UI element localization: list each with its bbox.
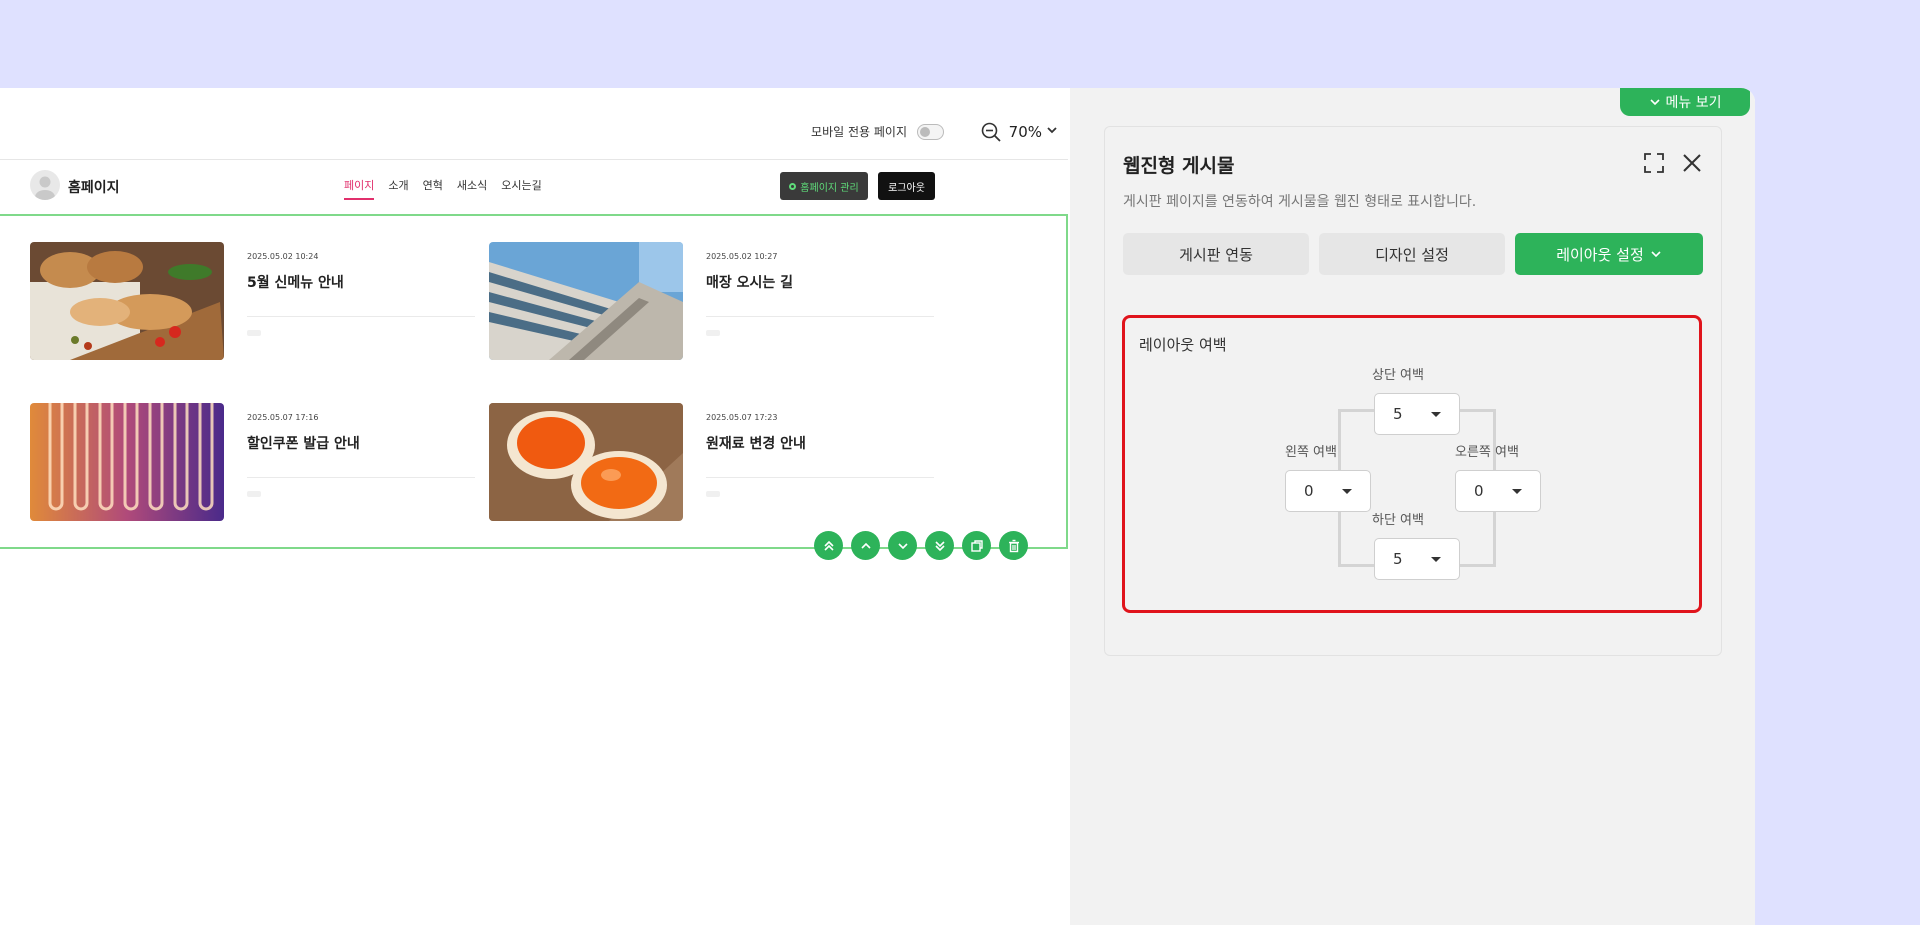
- left-margin-value: 0: [1304, 482, 1314, 500]
- post-divider: [706, 316, 934, 317]
- copy-icon: [970, 539, 983, 552]
- left-margin-select[interactable]: 0: [1285, 470, 1371, 512]
- move-top-button[interactable]: [814, 531, 843, 560]
- post-date: 2025.05.07 17:23: [706, 413, 778, 422]
- right-margin-value: 0: [1474, 482, 1484, 500]
- tab-layout-settings[interactable]: 레이아웃 설정: [1515, 233, 1703, 275]
- nav-item-history[interactable]: 연혁: [423, 177, 443, 200]
- nav-item-page[interactable]: 페이지: [344, 177, 375, 200]
- nav-item-news[interactable]: 새소식: [457, 177, 487, 200]
- post-thumbnail-building[interactable]: [489, 242, 683, 360]
- neon-image: [30, 403, 224, 521]
- post-title[interactable]: 매장 오시는 길: [706, 272, 793, 292]
- delete-button[interactable]: [999, 531, 1028, 560]
- caret-down-icon: [1512, 489, 1522, 494]
- double-chevron-down-icon: [934, 540, 945, 551]
- panel-title: 웹진형 게시물: [1123, 155, 1235, 177]
- user-icon: [35, 176, 55, 200]
- mobile-only-label: 모바일 전용 페이지: [811, 125, 907, 139]
- move-up-button[interactable]: [851, 531, 880, 560]
- bread-image: [30, 242, 224, 360]
- chevron-down-icon: [897, 542, 908, 549]
- webzine-board-block[interactable]: 2025.05.02 10:24 5월 신메뉴 안내 2025.05.02 10…: [0, 214, 1068, 549]
- menu-view-button[interactable]: 메뉴 보기: [1620, 88, 1750, 116]
- mobile-only-toggle[interactable]: [917, 124, 944, 140]
- post-title[interactable]: 5월 신메뉴 안내: [247, 272, 344, 292]
- post-divider: [706, 477, 934, 478]
- post-title[interactable]: 할인쿠폰 발급 안내: [247, 433, 360, 453]
- avatar: [30, 170, 60, 200]
- layout-margin-section: 레이아웃 여백 상단 여백 5 왼쪽 여백 0 오른쪽 여백 0 하단 여백 5: [1122, 315, 1702, 613]
- chevron-down-icon: [1649, 99, 1660, 106]
- post-date: 2025.05.02 10:24: [247, 252, 319, 261]
- post-thumbnail-neon[interactable]: [30, 403, 224, 521]
- caret-down-icon: [1431, 557, 1441, 562]
- list-item[interactable]: 2025.05.07 17:16 할인쿠폰 발급 안내: [30, 403, 490, 521]
- post-date: 2025.05.02 10:27: [706, 252, 778, 261]
- post-date: 2025.05.07 17:16: [247, 413, 319, 422]
- layout-margin-label: 레이아웃 여백: [1139, 336, 1227, 354]
- bottom-margin-select[interactable]: 5: [1374, 538, 1460, 580]
- post-thumbnail-egg[interactable]: [489, 403, 683, 521]
- move-down-button[interactable]: [888, 531, 917, 560]
- list-item[interactable]: 2025.05.02 10:27 매장 오시는 길: [489, 242, 949, 360]
- panel-description: 게시판 페이지를 연동하여 게시물을 웹진 형태로 표시합니다.: [1123, 194, 1477, 210]
- bottom-margin-value: 5: [1393, 550, 1403, 568]
- site-logo-text[interactable]: 홈페이지: [68, 177, 120, 197]
- settings-panel: 웹진형 게시물 게시판 페이지를 연동하여 게시물을 웹진 형태로 표시합니다.…: [1104, 126, 1722, 656]
- post-divider: [247, 477, 475, 478]
- caret-down-icon: [1342, 489, 1352, 494]
- egg-image: [489, 403, 683, 521]
- move-bottom-button[interactable]: [925, 531, 954, 560]
- tab-design-settings[interactable]: 디자인 설정: [1319, 233, 1505, 275]
- post-meta: [706, 491, 720, 497]
- post-thumbnail-bread[interactable]: [30, 242, 224, 360]
- post-meta: [247, 491, 261, 497]
- post-meta: [247, 330, 261, 336]
- site-header: 홈페이지 페이지 소개 연혁 새소식 오시는길 홈페이지 관리 로그아웃: [0, 160, 1068, 214]
- right-margin-label: 오른쪽 여백: [1455, 445, 1519, 460]
- menu-view-label: 메뉴 보기: [1665, 95, 1722, 111]
- canvas-toolbar: 모바일 전용 페이지 70%: [0, 108, 1068, 160]
- double-chevron-up-icon: [823, 540, 834, 551]
- zoom-out-icon[interactable]: [980, 121, 1002, 143]
- nav-item-intro[interactable]: 소개: [388, 177, 408, 200]
- post-meta: [706, 330, 720, 336]
- post-divider: [247, 316, 475, 317]
- zoom-value[interactable]: 70%: [1009, 123, 1042, 141]
- block-toolbar: [814, 531, 1028, 560]
- homepage-admin-label: 홈페이지 관리: [800, 182, 859, 194]
- list-item[interactable]: 2025.05.02 10:24 5월 신메뉴 안내: [30, 242, 490, 360]
- homepage-admin-button[interactable]: 홈페이지 관리: [780, 172, 868, 200]
- tab-board-link[interactable]: 게시판 연동: [1123, 233, 1309, 275]
- right-margin-select[interactable]: 0: [1455, 470, 1541, 512]
- post-title[interactable]: 원재료 변경 안내: [706, 433, 806, 453]
- duplicate-button[interactable]: [962, 531, 991, 560]
- trash-icon: [1008, 539, 1019, 552]
- bottom-margin-label: 하단 여백: [1372, 513, 1424, 528]
- building-image: [489, 242, 683, 360]
- caret-down-icon: [1431, 412, 1441, 417]
- logout-button[interactable]: 로그아웃: [878, 172, 935, 200]
- top-margin-select[interactable]: 5: [1374, 393, 1460, 435]
- left-margin-label: 왼쪽 여백: [1285, 445, 1337, 460]
- gear-icon: [789, 182, 797, 190]
- nav-item-directions[interactable]: 오시는길: [501, 177, 541, 200]
- chevron-up-icon: [860, 542, 871, 549]
- expand-icon[interactable]: [1643, 152, 1665, 174]
- chevron-down-icon[interactable]: [1046, 124, 1058, 136]
- list-item[interactable]: 2025.05.07 17:23 원재료 변경 안내: [489, 403, 949, 521]
- page-canvas: 모바일 전용 페이지 70% 홈페이지 페이지 소개 연혁 새소식 오시는길 홈…: [0, 108, 1068, 925]
- top-margin-label: 상단 여백: [1372, 368, 1424, 383]
- editor-frame: 모바일 전용 페이지 70% 홈페이지 페이지 소개 연혁 새소식 오시는길 홈…: [0, 88, 1755, 925]
- chevron-down-icon: [1651, 251, 1661, 258]
- tab-layout-label: 레이아웃 설정: [1556, 245, 1644, 264]
- top-margin-value: 5: [1393, 405, 1403, 423]
- close-icon[interactable]: [1681, 152, 1703, 174]
- site-nav: 페이지 소개 연혁 새소식 오시는길: [344, 177, 542, 200]
